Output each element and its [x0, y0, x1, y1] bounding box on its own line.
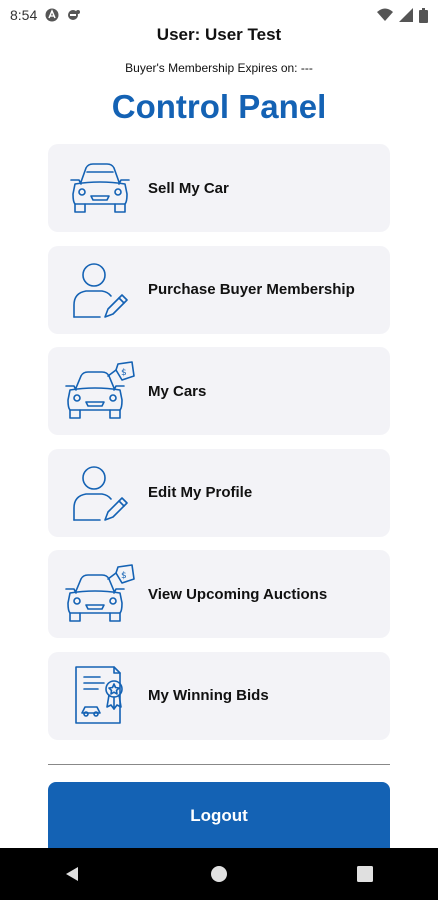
car-price-tag-icon: $ — [60, 347, 140, 435]
logout-button[interactable]: Logout — [48, 782, 390, 850]
edit-my-profile-button[interactable]: Edit My Profile — [48, 448, 390, 537]
status-left: 8:54 — [10, 7, 81, 23]
menu-label: My Cars — [148, 382, 207, 400]
battery-icon — [419, 7, 428, 23]
navigation-bar — [0, 848, 438, 900]
menu-label: View Upcoming Auctions — [148, 585, 328, 603]
wifi-icon — [377, 8, 393, 22]
status-time: 8:54 — [10, 7, 38, 23]
user-edit-icon — [60, 449, 140, 537]
recents-icon[interactable] — [335, 848, 395, 900]
my-winning-bids-button[interactable]: My Winning Bids — [48, 651, 390, 740]
sell-my-car-button[interactable]: Sell My Car — [48, 144, 390, 232]
menu-label: My Winning Bids — [148, 687, 269, 705]
accessibility-icon — [45, 8, 59, 22]
user-edit-icon — [60, 246, 140, 334]
menu-label: Edit My Profile — [148, 484, 253, 502]
dnd-icon — [67, 8, 81, 22]
membership-expiry: Buyer's Membership Expires on: --- — [125, 61, 313, 75]
svg-text:$: $ — [121, 571, 127, 581]
status-right — [377, 7, 428, 23]
car-price-tag-icon: $ — [60, 550, 140, 638]
page-title: Control Panel — [111, 88, 327, 125]
signal-icon — [399, 8, 413, 22]
my-cars-button[interactable]: $ My Cars — [48, 347, 390, 436]
purchase-buyer-membership-button[interactable]: Purchase Buyer Membership — [48, 245, 390, 334]
car-icon — [60, 144, 140, 232]
svg-text:$: $ — [121, 368, 127, 378]
home-icon[interactable] — [189, 848, 249, 900]
menu-label: Sell My Car — [148, 179, 229, 197]
divider — [48, 764, 390, 765]
user-line: User: User Test — [156, 25, 282, 44]
back-icon[interactable] — [43, 848, 103, 900]
view-upcoming-auctions-button[interactable]: $ View Upcoming Auctions — [48, 550, 390, 639]
control-panel-menu: Sell My Car Purchase Buyer Membership $ … — [48, 144, 390, 754]
certificate-icon — [60, 652, 140, 740]
menu-label: Purchase Buyer Membership — [148, 281, 355, 299]
